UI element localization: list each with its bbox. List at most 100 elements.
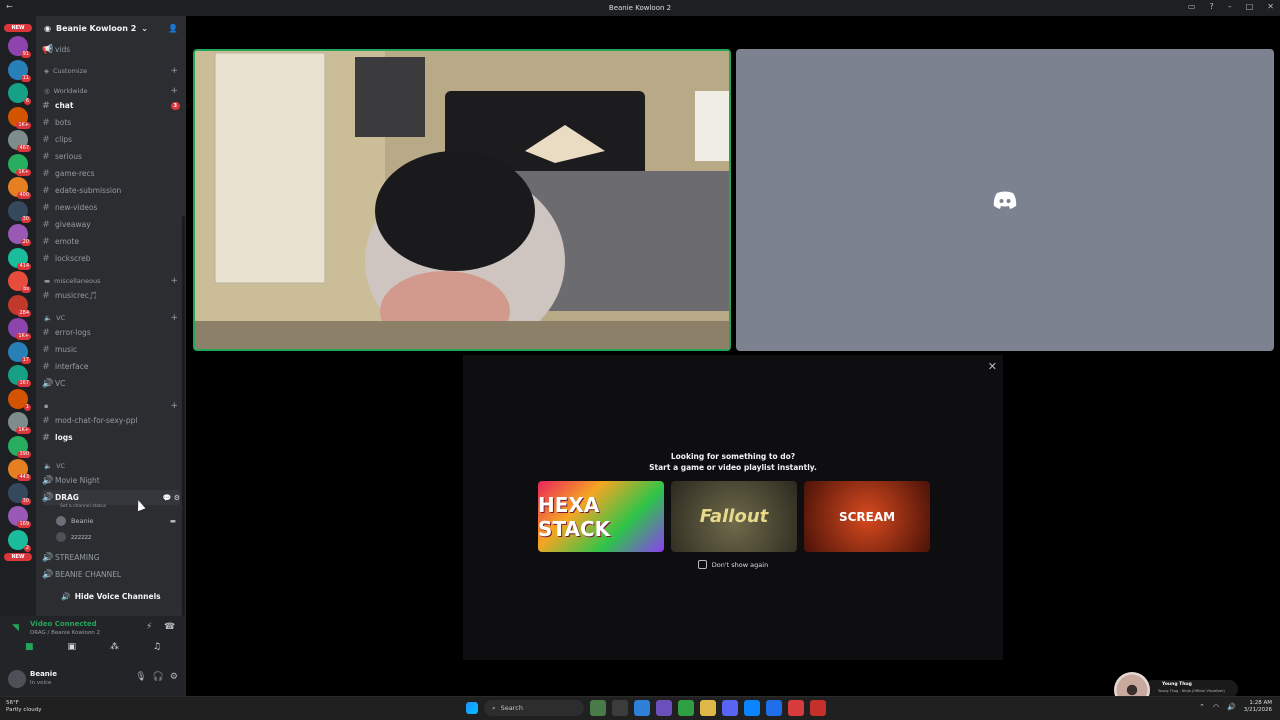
channel-mod-chat[interactable]: # mod-chat-for-sexy-ppl <box>42 413 180 428</box>
server-icon[interactable]: 91 <box>8 36 31 58</box>
chrome-icon[interactable] <box>678 700 694 716</box>
server-icon[interactable]: bs <box>8 271 31 293</box>
add-icon[interactable]: + <box>170 401 178 411</box>
server-icon[interactable]: 1K+ <box>8 318 31 340</box>
channel-drag[interactable]: 🔊 DRAG 💬 ⚙ <box>42 490 180 505</box>
gear-icon[interactable]: ⚙ <box>170 672 178 682</box>
channel-chat[interactable]: # chat 3 <box>42 98 180 113</box>
close-window-button[interactable]: ✕ <box>1267 2 1274 11</box>
channel-logs[interactable]: # logs <box>42 430 180 445</box>
new-pill[interactable]: NEW <box>4 553 32 561</box>
channel-musicrec[interactable]: # musicrec🎵 <box>42 288 180 303</box>
dont-show-checkbox[interactable] <box>697 560 707 569</box>
noise-suppression-icon[interactable]: ⚡ <box>146 622 152 632</box>
channel-edate-submission[interactable]: # edate-submission <box>42 183 180 198</box>
soundboard-button[interactable]: ♫ <box>153 642 161 658</box>
app-icon[interactable] <box>788 700 804 716</box>
weather-widget[interactable]: 56°F Partly cloudy <box>6 700 42 714</box>
category-worldwide[interactable]: ◎ Worldwide + <box>44 85 178 97</box>
add-icon[interactable]: + <box>170 66 178 76</box>
server-icon[interactable]: 6 <box>8 83 31 105</box>
maximize-button[interactable]: □ <box>1246 2 1254 11</box>
add-member-icon[interactable]: 👤 <box>168 24 178 33</box>
browser-icon[interactable] <box>634 700 650 716</box>
headphones-icon[interactable]: 🎧 <box>153 672 164 682</box>
category-vc[interactable]: 🔈 VC + <box>44 312 178 324</box>
channel-giveaway[interactable]: # giveaway <box>42 217 180 232</box>
user-info[interactable]: Beanie In voice 🎙 🎧 ⚙ <box>6 668 180 690</box>
teams-icon[interactable] <box>656 700 672 716</box>
category-miscellaneous[interactable]: ▬ miscellaneous + <box>44 275 178 287</box>
server-icon[interactable]: 169 <box>8 506 31 528</box>
file-explorer-icon[interactable] <box>700 700 716 716</box>
server-icon[interactable]: 1K+ <box>8 106 31 129</box>
channel-status-hint[interactable]: Set a channel status <box>60 504 106 509</box>
server-icon[interactable]: 284 <box>8 294 31 317</box>
server-icon[interactable]: 30 <box>8 482 31 505</box>
channel-movie-night[interactable]: 🔊 Movie Night <box>42 473 180 488</box>
help-icon[interactable]: ? <box>1209 2 1213 11</box>
voice-user-zzzzzz[interactable]: zzzzzz <box>56 530 176 544</box>
channel-new-videos[interactable]: # new-videos <box>42 200 180 215</box>
activity-card-fallout[interactable]: Fallout <box>671 481 797 552</box>
server-icon[interactable]: 11 <box>8 59 31 82</box>
video-tile-placeholder[interactable] <box>736 49 1274 351</box>
channel-bots[interactable]: # bots <box>42 115 180 130</box>
server-icon[interactable]: 20 <box>8 224 31 246</box>
chevron-up-icon[interactable]: ⌃ <box>1199 703 1205 711</box>
edge-icon[interactable] <box>744 700 760 716</box>
category-customize[interactable]: ◈ Customize + <box>44 65 178 77</box>
server-icon[interactable]: 17 <box>8 341 31 364</box>
media-app-icon[interactable] <box>810 700 826 716</box>
camera-button[interactable]: ■ <box>25 642 34 658</box>
new-pill[interactable]: NEW <box>4 24 32 32</box>
channel-interface[interactable]: # interface <box>42 359 180 374</box>
server-icon[interactable]: 414 <box>8 247 31 270</box>
category-mod[interactable]: ▪ + <box>44 400 178 412</box>
start-button[interactable] <box>466 702 478 714</box>
add-icon[interactable]: + <box>170 86 178 96</box>
screen-share-button[interactable]: ▣ <box>67 642 76 658</box>
taskbar-search[interactable]: ⌕ Search <box>484 700 584 716</box>
server-icon[interactable]: 1K+ <box>8 412 31 434</box>
activities-button[interactable]: ⁂ <box>110 642 119 658</box>
channel-vc-voice[interactable]: 🔊 VC <box>42 376 180 391</box>
clock[interactable]: 1:28 AM 3/21/2026 <box>1244 700 1272 714</box>
video-tile-beanie[interactable] <box>193 49 731 351</box>
discord-taskbar-icon[interactable] <box>722 700 738 716</box>
server-icon[interactable]: 400 <box>8 177 31 199</box>
channel-music[interactable]: # music <box>42 342 180 357</box>
voice-status-title[interactable]: Video Connected <box>30 620 97 628</box>
server-icon[interactable]: 1 <box>8 388 31 411</box>
channel-emote[interactable]: # emote <box>42 234 180 249</box>
server-icon[interactable]: 1K+ <box>8 153 31 176</box>
channel-beanie-channel[interactable]: 🔊 BEANIE CHANNEL <box>42 567 180 582</box>
channel-actions-icon[interactable]: 💬 ⚙ <box>163 494 180 502</box>
server-icon[interactable]: 167 <box>8 365 31 387</box>
server-icon[interactable]: 443 <box>8 459 31 481</box>
wifi-icon[interactable]: ◠ <box>1213 703 1219 711</box>
activity-card-hexa-stack[interactable]: HEXA STACK <box>538 481 664 552</box>
back-arrow-icon[interactable]: ← <box>6 2 13 11</box>
add-icon[interactable]: + <box>170 276 178 286</box>
inbox-icon[interactable]: ▭ <box>1188 2 1196 11</box>
channel-serious[interactable]: # serious <box>42 149 180 164</box>
microphone-icon[interactable]: 🎙 <box>135 672 146 682</box>
voice-user-beanie[interactable]: Beanie ▬ <box>56 514 176 528</box>
add-icon[interactable]: + <box>170 313 178 323</box>
server-icon[interactable]: 30 <box>8 200 31 223</box>
widgets-icon[interactable] <box>590 700 606 716</box>
sidebar-scrollbar[interactable] <box>182 216 185 616</box>
disconnect-icon[interactable]: ☎ <box>164 622 175 632</box>
channel-game-recs[interactable]: # game-recs <box>42 166 180 181</box>
voice-location[interactable]: DRAG / Beanie Kowloon 2 <box>30 630 100 636</box>
minimize-button[interactable]: – <box>1228 2 1232 11</box>
hide-voice-channels-button[interactable]: 🔊 Hide Voice Channels <box>36 586 186 606</box>
server-icon[interactable]: 390 <box>8 435 31 458</box>
channel-clips[interactable]: # clips <box>42 132 180 147</box>
channel-lockscreb[interactable]: # lockscreb <box>42 251 180 266</box>
server-header[interactable]: ◉ Beanie Kowloon 2 ⌄ 👤 <box>36 16 186 40</box>
volume-icon[interactable]: 🔊 <box>1227 703 1236 711</box>
server-icon[interactable]: 467 <box>8 130 31 152</box>
channel-streaming[interactable]: 🔊 STREAMING <box>42 550 180 565</box>
